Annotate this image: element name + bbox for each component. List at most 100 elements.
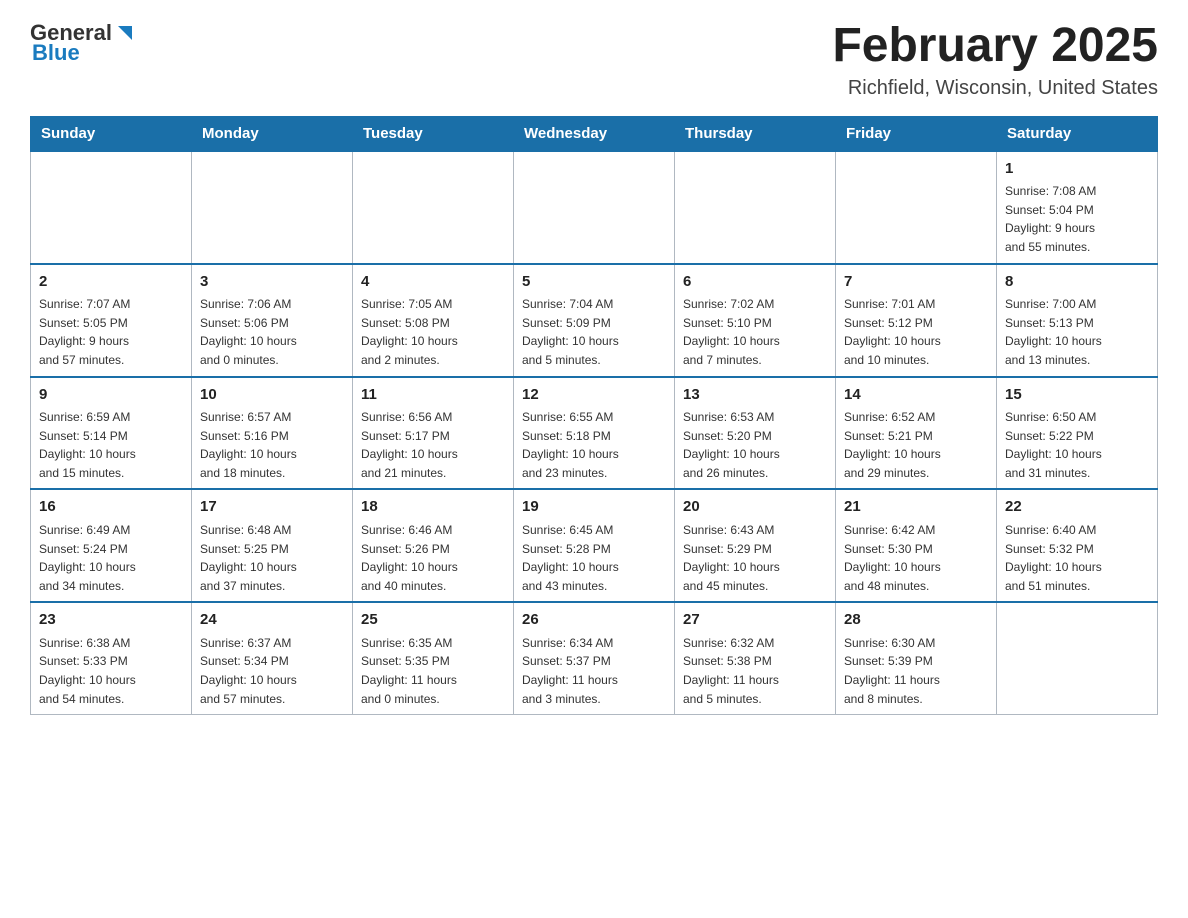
day-info: Sunrise: 6:46 AMSunset: 5:26 PMDaylight:… (361, 521, 505, 595)
month-title: February 2025 (832, 20, 1158, 73)
day-info: Sunrise: 6:55 AMSunset: 5:18 PMDaylight:… (522, 408, 666, 482)
day-info: Sunrise: 6:30 AMSunset: 5:39 PMDaylight:… (844, 634, 988, 708)
title-block: February 2025 Richfield, Wisconsin, Unit… (832, 20, 1158, 100)
day-number: 3 (200, 271, 344, 294)
day-info: Sunrise: 6:50 AMSunset: 5:22 PMDaylight:… (1005, 408, 1149, 482)
table-row: 21Sunrise: 6:42 AMSunset: 5:30 PMDayligh… (836, 489, 997, 602)
day-number: 2 (39, 271, 183, 294)
col-thursday: Thursday (675, 116, 836, 151)
calendar-week-row: 23Sunrise: 6:38 AMSunset: 5:33 PMDayligh… (31, 602, 1158, 714)
day-number: 12 (522, 384, 666, 407)
day-number: 11 (361, 384, 505, 407)
day-info: Sunrise: 7:01 AMSunset: 5:12 PMDaylight:… (844, 295, 988, 369)
table-row: 25Sunrise: 6:35 AMSunset: 5:35 PMDayligh… (353, 602, 514, 714)
location-title: Richfield, Wisconsin, United States (832, 77, 1158, 100)
day-number: 4 (361, 271, 505, 294)
table-row: 9Sunrise: 6:59 AMSunset: 5:14 PMDaylight… (31, 377, 192, 490)
day-number: 20 (683, 496, 827, 519)
table-row: 2Sunrise: 7:07 AMSunset: 5:05 PMDaylight… (31, 264, 192, 377)
day-info: Sunrise: 7:08 AMSunset: 5:04 PMDaylight:… (1005, 182, 1149, 256)
table-row: 11Sunrise: 6:56 AMSunset: 5:17 PMDayligh… (353, 377, 514, 490)
day-number: 1 (1005, 158, 1149, 181)
calendar-week-row: 9Sunrise: 6:59 AMSunset: 5:14 PMDaylight… (31, 377, 1158, 490)
day-number: 17 (200, 496, 344, 519)
day-info: Sunrise: 6:56 AMSunset: 5:17 PMDaylight:… (361, 408, 505, 482)
table-row: 16Sunrise: 6:49 AMSunset: 5:24 PMDayligh… (31, 489, 192, 602)
day-info: Sunrise: 6:53 AMSunset: 5:20 PMDaylight:… (683, 408, 827, 482)
table-row: 4Sunrise: 7:05 AMSunset: 5:08 PMDaylight… (353, 264, 514, 377)
day-number: 28 (844, 609, 988, 632)
day-number: 21 (844, 496, 988, 519)
day-number: 23 (39, 609, 183, 632)
day-number: 27 (683, 609, 827, 632)
table-row: 13Sunrise: 6:53 AMSunset: 5:20 PMDayligh… (675, 377, 836, 490)
day-number: 5 (522, 271, 666, 294)
day-number: 22 (1005, 496, 1149, 519)
col-tuesday: Tuesday (353, 116, 514, 151)
day-info: Sunrise: 6:48 AMSunset: 5:25 PMDaylight:… (200, 521, 344, 595)
day-info: Sunrise: 7:04 AMSunset: 5:09 PMDaylight:… (522, 295, 666, 369)
day-number: 8 (1005, 271, 1149, 294)
col-friday: Friday (836, 116, 997, 151)
table-row: 26Sunrise: 6:34 AMSunset: 5:37 PMDayligh… (514, 602, 675, 714)
table-row: 3Sunrise: 7:06 AMSunset: 5:06 PMDaylight… (192, 264, 353, 377)
col-monday: Monday (192, 116, 353, 151)
day-info: Sunrise: 7:06 AMSunset: 5:06 PMDaylight:… (200, 295, 344, 369)
day-info: Sunrise: 6:59 AMSunset: 5:14 PMDaylight:… (39, 408, 183, 482)
day-number: 18 (361, 496, 505, 519)
day-number: 13 (683, 384, 827, 407)
day-number: 26 (522, 609, 666, 632)
table-row: 15Sunrise: 6:50 AMSunset: 5:22 PMDayligh… (997, 377, 1158, 490)
table-row: 17Sunrise: 6:48 AMSunset: 5:25 PMDayligh… (192, 489, 353, 602)
day-info: Sunrise: 6:42 AMSunset: 5:30 PMDaylight:… (844, 521, 988, 595)
logo-triangle-icon (114, 22, 136, 44)
col-sunday: Sunday (31, 116, 192, 151)
day-number: 19 (522, 496, 666, 519)
day-number: 24 (200, 609, 344, 632)
day-number: 7 (844, 271, 988, 294)
logo: General Blue (30, 20, 136, 66)
table-row: 18Sunrise: 6:46 AMSunset: 5:26 PMDayligh… (353, 489, 514, 602)
col-saturday: Saturday (997, 116, 1158, 151)
table-row: 28Sunrise: 6:30 AMSunset: 5:39 PMDayligh… (836, 602, 997, 714)
page-header: General Blue February 2025 Richfield, Wi… (30, 20, 1158, 100)
day-number: 14 (844, 384, 988, 407)
day-number: 15 (1005, 384, 1149, 407)
table-row: 24Sunrise: 6:37 AMSunset: 5:34 PMDayligh… (192, 602, 353, 714)
day-info: Sunrise: 7:05 AMSunset: 5:08 PMDaylight:… (361, 295, 505, 369)
day-info: Sunrise: 6:49 AMSunset: 5:24 PMDaylight:… (39, 521, 183, 595)
day-number: 16 (39, 496, 183, 519)
calendar-week-row: 16Sunrise: 6:49 AMSunset: 5:24 PMDayligh… (31, 489, 1158, 602)
day-info: Sunrise: 6:52 AMSunset: 5:21 PMDaylight:… (844, 408, 988, 482)
table-row (675, 151, 836, 264)
day-info: Sunrise: 6:40 AMSunset: 5:32 PMDaylight:… (1005, 521, 1149, 595)
day-number: 6 (683, 271, 827, 294)
day-number: 25 (361, 609, 505, 632)
table-row: 8Sunrise: 7:00 AMSunset: 5:13 PMDaylight… (997, 264, 1158, 377)
day-info: Sunrise: 6:37 AMSunset: 5:34 PMDaylight:… (200, 634, 344, 708)
day-info: Sunrise: 6:38 AMSunset: 5:33 PMDaylight:… (39, 634, 183, 708)
table-row (192, 151, 353, 264)
table-row: 14Sunrise: 6:52 AMSunset: 5:21 PMDayligh… (836, 377, 997, 490)
table-row: 5Sunrise: 7:04 AMSunset: 5:09 PMDaylight… (514, 264, 675, 377)
logo-blue: Blue (32, 40, 80, 66)
table-row: 10Sunrise: 6:57 AMSunset: 5:16 PMDayligh… (192, 377, 353, 490)
calendar-header-row: Sunday Monday Tuesday Wednesday Thursday… (31, 116, 1158, 151)
table-row (997, 602, 1158, 714)
table-row (514, 151, 675, 264)
day-info: Sunrise: 6:57 AMSunset: 5:16 PMDaylight:… (200, 408, 344, 482)
table-row: 27Sunrise: 6:32 AMSunset: 5:38 PMDayligh… (675, 602, 836, 714)
day-info: Sunrise: 7:00 AMSunset: 5:13 PMDaylight:… (1005, 295, 1149, 369)
table-row: 19Sunrise: 6:45 AMSunset: 5:28 PMDayligh… (514, 489, 675, 602)
table-row: 6Sunrise: 7:02 AMSunset: 5:10 PMDaylight… (675, 264, 836, 377)
col-wednesday: Wednesday (514, 116, 675, 151)
table-row: 23Sunrise: 6:38 AMSunset: 5:33 PMDayligh… (31, 602, 192, 714)
day-number: 9 (39, 384, 183, 407)
table-row: 12Sunrise: 6:55 AMSunset: 5:18 PMDayligh… (514, 377, 675, 490)
day-info: Sunrise: 7:02 AMSunset: 5:10 PMDaylight:… (683, 295, 827, 369)
table-row (353, 151, 514, 264)
table-row (31, 151, 192, 264)
day-info: Sunrise: 6:34 AMSunset: 5:37 PMDaylight:… (522, 634, 666, 708)
calendar-week-row: 2Sunrise: 7:07 AMSunset: 5:05 PMDaylight… (31, 264, 1158, 377)
day-info: Sunrise: 7:07 AMSunset: 5:05 PMDaylight:… (39, 295, 183, 369)
